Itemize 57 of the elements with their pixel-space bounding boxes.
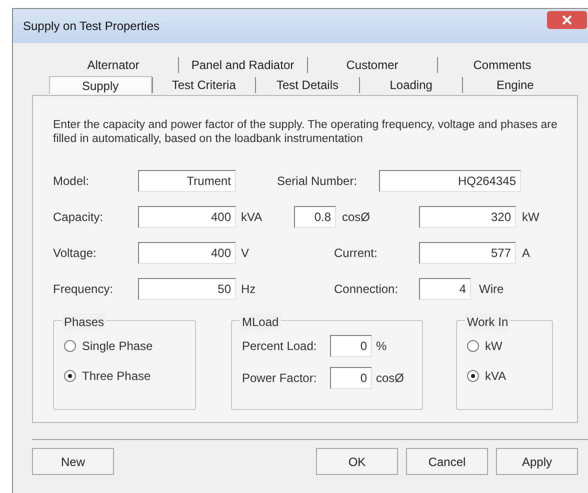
radio-label: Three Phase [82, 368, 151, 385]
dialog-button[interactable]: Cancel [406, 448, 488, 475]
field-label: Current: [334, 245, 378, 262]
input-field[interactable]: HQ264345 [379, 170, 521, 192]
unit-label: V [240, 245, 250, 262]
dialog-button[interactable]: New [32, 448, 114, 475]
tab[interactable]: Loading [360, 76, 462, 94]
unit-label: Wire [478, 281, 504, 298]
description-text: Enter the capacity and power factor of the supply. The operating frequency, voltage and phases are filled in automatically, based on the loadbank instrumentation [53, 118, 558, 146]
radio-label: Single Phase [82, 338, 153, 355]
input-field[interactable]: 577 [419, 242, 516, 264]
group-title: Work In [465, 313, 510, 331]
field-label: Model: [53, 173, 90, 190]
input-field[interactable]: 50 [138, 278, 236, 300]
tab[interactable]: Customer [308, 56, 436, 74]
close-button[interactable] [547, 11, 587, 29]
tab[interactable]: Engine [463, 76, 567, 94]
unit-label: kW [521, 209, 540, 226]
input-field[interactable]: 0 [330, 367, 372, 389]
tab[interactable]: Alternator [49, 56, 178, 74]
input-field[interactable]: 400 [138, 242, 236, 264]
radio-label: kW [485, 338, 502, 355]
radio-button[interactable] [467, 340, 479, 352]
dialog-button[interactable]: OK [316, 448, 398, 475]
radio-button[interactable] [467, 370, 479, 382]
radio-button[interactable] [64, 370, 76, 382]
input-field[interactable]: 320 [419, 206, 516, 228]
radio-label: kVA [485, 368, 506, 385]
unit-label: kVA [240, 209, 264, 226]
tab[interactable]: Test Details [256, 76, 359, 94]
input-field[interactable]: 400 [138, 206, 236, 228]
input-field[interactable]: 0.8 [294, 206, 336, 228]
unit-label: Hz [240, 281, 257, 298]
field-label: Serial Number: [277, 173, 358, 190]
unit-label: cosØ [341, 209, 372, 226]
input-field[interactable]: 4 [419, 278, 471, 300]
unit-label: A [521, 245, 530, 262]
group-title: Phases [62, 313, 106, 331]
tab[interactable]: Supply [49, 76, 152, 94]
field-label: Connection: [334, 281, 400, 298]
unit-label: % [375, 338, 387, 355]
unit-label: cosØ [375, 370, 404, 387]
field-label: Frequency: [53, 281, 114, 298]
group-title: MLoad [240, 313, 281, 331]
field-label: Voltage: [53, 245, 98, 262]
tab[interactable]: Panel and Radiator [178, 56, 307, 74]
radio-button[interactable] [64, 340, 76, 352]
tab[interactable]: Test Criteria [152, 76, 256, 94]
tab[interactable]: Comments [438, 56, 567, 74]
input-field[interactable]: 0 [330, 335, 372, 357]
field-label: Capacity: [53, 209, 104, 226]
field-label: Percent Load: [242, 338, 318, 355]
window-title: Supply on Test Properties [23, 18, 160, 35]
dialog-button[interactable]: Apply [496, 448, 578, 475]
field-label: Power Factor: [242, 370, 318, 387]
input-field[interactable]: Trument [138, 170, 236, 192]
close-icon [562, 15, 572, 25]
